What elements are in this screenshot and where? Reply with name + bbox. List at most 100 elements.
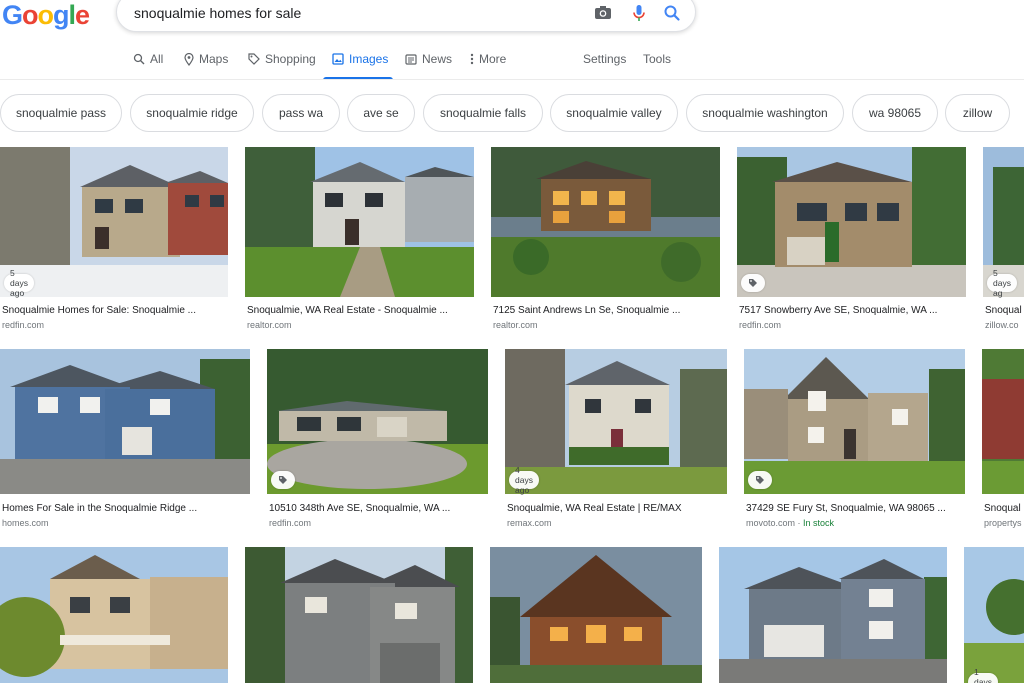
source-domain: movoto.com xyxy=(746,518,796,528)
result-thumbnail[interactable] xyxy=(505,349,727,494)
chip-label: snoqualmie valley xyxy=(566,106,662,120)
search-icon xyxy=(133,53,145,65)
newspaper-icon xyxy=(405,53,417,65)
chip-label: wa 98065 xyxy=(868,106,922,120)
tab-label: Images xyxy=(349,52,389,66)
result-source: remax.com xyxy=(507,518,552,528)
tag-icon xyxy=(279,476,287,484)
result-thumbnail[interactable] xyxy=(0,147,228,297)
related-chip[interactable]: wa 98065 xyxy=(852,94,938,132)
result-source: movoto.com · In stock xyxy=(746,518,835,528)
result-thumbnail[interactable] xyxy=(964,547,1024,683)
search-input[interactable]: snoqualmie homes for sale xyxy=(134,5,301,21)
tab-maps[interactable]: Maps xyxy=(184,52,228,66)
product-tag-badge xyxy=(741,274,765,292)
settings-label: Settings xyxy=(583,52,627,66)
age-badge: 5 days ago xyxy=(4,268,34,298)
result-source: propertys xyxy=(984,518,1022,528)
result-thumbnail[interactable] xyxy=(982,349,1024,494)
age-badge-text: 5 days ag xyxy=(993,268,1011,298)
tools-link[interactable]: Tools xyxy=(643,52,671,66)
search-tabs: All Maps Shopping Images News More Setti… xyxy=(0,44,1024,80)
logo-letter: g xyxy=(53,0,69,30)
result-thumbnail[interactable] xyxy=(0,547,228,683)
related-chip[interactable]: zillow xyxy=(945,94,1010,132)
microphone-icon[interactable] xyxy=(629,3,649,23)
tag-icon xyxy=(749,279,757,287)
product-tag-badge xyxy=(748,471,772,489)
tab-label: Shopping xyxy=(265,52,316,66)
result-source: redfin.com xyxy=(739,320,782,330)
result-title[interactable]: Snoqualmie, WA Real Estate - Snoqualmie … xyxy=(247,305,473,316)
related-chip[interactable]: pass wa xyxy=(262,94,340,132)
tab-more[interactable]: More xyxy=(470,52,506,66)
result-thumbnail[interactable] xyxy=(267,349,488,494)
logo-letter: o xyxy=(22,0,38,30)
related-chip[interactable]: ave se xyxy=(347,94,415,132)
age-badge-text: 1 days ago xyxy=(974,667,992,683)
chip-label: snoqualmie washington xyxy=(702,106,828,120)
tab-images[interactable]: Images xyxy=(332,52,388,66)
age-badge-text: 4 days ago xyxy=(515,465,533,495)
result-source: redfin.com xyxy=(2,320,45,330)
related-chip[interactable]: snoqualmie ridge xyxy=(130,94,254,132)
result-title[interactable]: Snoqual xyxy=(985,305,1024,316)
age-badge: 5 days ag xyxy=(987,268,1017,298)
result-title[interactable]: Homes For Sale in the Snoqualmie Ridge .… xyxy=(2,503,248,514)
header-divider xyxy=(0,79,1024,80)
tab-label: More xyxy=(479,52,507,66)
chip-label: ave se xyxy=(363,106,399,120)
kebab-icon xyxy=(470,53,474,65)
result-thumbnail[interactable] xyxy=(744,349,965,494)
result-thumbnail[interactable] xyxy=(245,147,474,297)
settings-link[interactable]: Settings xyxy=(583,52,626,66)
age-badge: 1 days ago xyxy=(968,667,998,683)
map-pin-icon xyxy=(184,52,194,66)
tag-icon xyxy=(248,53,260,65)
related-chip[interactable]: snoqualmie falls xyxy=(423,94,543,132)
tab-all[interactable]: All xyxy=(133,52,163,66)
chip-label: snoqualmie ridge xyxy=(146,106,238,120)
result-title[interactable]: 7517 Snowberry Ave SE, Snoqualmie, WA ..… xyxy=(739,305,965,316)
result-thumbnail[interactable] xyxy=(491,147,720,297)
tab-label: Maps xyxy=(199,52,229,66)
result-title[interactable]: 10510 348th Ave SE, Snoqualmie, WA ... xyxy=(269,503,490,514)
result-source: redfin.com xyxy=(269,518,312,528)
related-chip[interactable]: snoqualmie valley xyxy=(550,94,678,132)
result-source: zillow.co xyxy=(985,320,1019,330)
search-box[interactable]: snoqualmie homes for sale xyxy=(116,0,696,32)
camera-icon[interactable] xyxy=(593,3,613,23)
logo-letter: o xyxy=(37,0,54,30)
result-source: realtor.com xyxy=(247,320,292,330)
result-thumbnail[interactable] xyxy=(245,547,473,683)
result-title[interactable]: Snoqualmie Homes for Sale: Snoqualmie ..… xyxy=(2,305,228,316)
google-logo[interactable]: Google xyxy=(2,0,90,31)
result-title[interactable]: Snoqual xyxy=(984,503,1024,514)
age-badge-text: 5 days ago xyxy=(10,268,28,298)
related-chip[interactable]: snoqualmie pass xyxy=(0,94,122,132)
result-thumbnail[interactable] xyxy=(0,349,250,494)
result-source: realtor.com xyxy=(493,320,538,330)
product-tag-badge xyxy=(271,471,295,489)
tab-shopping[interactable]: Shopping xyxy=(248,52,316,66)
related-chip[interactable]: snoqualmie washington xyxy=(686,94,844,132)
result-thumbnail[interactable] xyxy=(719,547,947,683)
tab-label: All xyxy=(150,52,164,66)
result-thumbnail[interactable] xyxy=(737,147,966,297)
chip-label: zillow xyxy=(962,106,993,120)
tab-label: News xyxy=(422,52,453,66)
logo-letter: e xyxy=(75,0,90,30)
age-badge: 4 days ago xyxy=(509,465,539,495)
result-title[interactable]: 7125 Saint Andrews Ln Se, Snoqualmie ... xyxy=(493,305,719,316)
image-icon xyxy=(332,53,344,65)
logo-letter: G xyxy=(2,0,23,30)
search-icon[interactable] xyxy=(662,3,682,23)
result-title[interactable]: Snoqualmie, WA Real Estate | RE/MAX xyxy=(507,503,729,514)
in-stock-label: In stock xyxy=(803,518,835,528)
chip-label: snoqualmie falls xyxy=(439,106,527,120)
tools-label: Tools xyxy=(643,52,672,66)
result-source: homes.com xyxy=(2,518,49,528)
result-title[interactable]: 37429 SE Fury St, Snoqualmie, WA 98065 .… xyxy=(746,503,967,514)
result-thumbnail[interactable] xyxy=(490,547,702,683)
tab-news[interactable]: News xyxy=(405,52,452,66)
